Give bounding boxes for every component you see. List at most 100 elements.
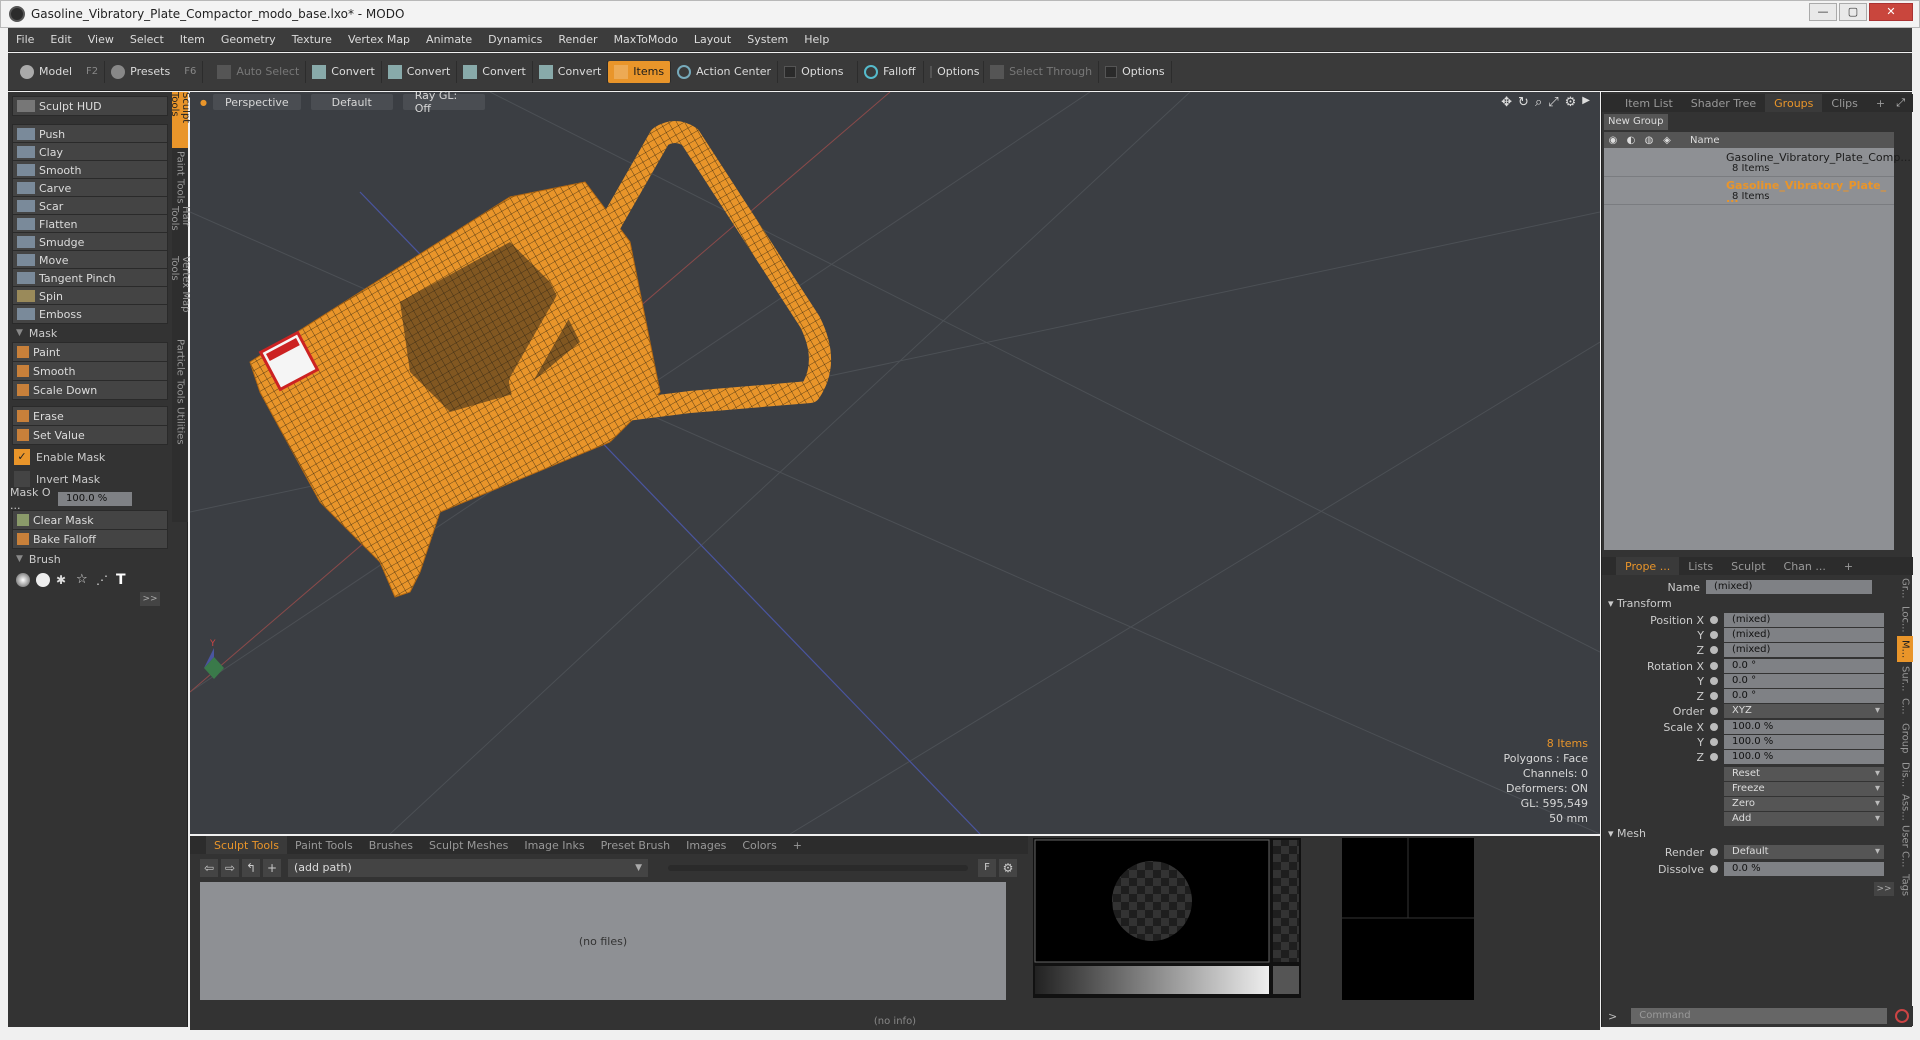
keyframe-dot-icon[interactable] [1710,738,1718,746]
render-dropdown[interactable]: Default [1724,845,1884,859]
tab-properties[interactable]: Prope ... [1616,557,1680,575]
menu-select[interactable]: Select [122,33,172,46]
filter-icon[interactable]: F [978,859,996,877]
action-center-options-button[interactable]: Options [778,60,859,83]
pan-icon[interactable]: ✥ [1501,95,1512,110]
tab-sculpt-tools[interactable]: Sculpt Tools [206,836,287,854]
fit-icon[interactable]: ⤢ [1548,95,1558,110]
expand-icon[interactable]: ⤢ [1896,96,1905,110]
tab-groups[interactable]: Groups [1765,94,1823,112]
rotation-y-field[interactable]: 0.0 ° [1724,674,1884,688]
position-z-field[interactable]: (mixed) [1724,643,1884,657]
soft-brush-icon[interactable] [16,573,30,587]
viewport-menu-arrow-icon[interactable]: ▶ [1582,95,1590,110]
thumbnail-size-slider[interactable] [668,865,968,871]
convert-vertices-button[interactable]: Convert [306,60,382,83]
tab-sculpt[interactable]: Sculpt [1722,557,1774,575]
tab-sculpt-meshes[interactable]: Sculpt Meshes [421,836,516,854]
options-checkbox[interactable] [930,65,933,78]
menu-dynamics[interactable]: Dynamics [480,33,550,46]
close-button[interactable]: ✕ [1869,3,1913,21]
auto-select-button[interactable]: Auto Select [211,60,307,83]
tool-carve[interactable]: Carve [12,178,168,198]
tab-item-list[interactable]: Item List [1616,94,1682,112]
items-mode-button[interactable]: Items [608,60,672,83]
view-type-menu[interactable]: Perspective [212,94,301,110]
freeze-dropdown[interactable]: Freeze [1724,782,1884,796]
vtab-paint-tools[interactable]: Paint Tools [172,150,188,204]
mask-smooth-button[interactable]: Smooth [12,361,168,381]
add-tab-button[interactable]: + [1835,557,1862,575]
tool-clay[interactable]: Clay [12,142,168,162]
command-input[interactable]: Command [1631,1008,1888,1024]
select-through-button[interactable]: Select Through [984,60,1100,83]
raygl-menu[interactable]: Ray GL: Off [402,92,485,115]
vtab-utilities[interactable]: Utilities [172,406,188,446]
group-row[interactable]: Gasoline_Vibratory_Plate_Comp... 8 Items [1604,149,1911,177]
tool-smudge[interactable]: Smudge [12,232,168,252]
tool-emboss[interactable]: Emboss [12,304,168,324]
vtab-tags[interactable]: Tags [1897,870,1913,900]
menu-geometry[interactable]: Geometry [213,33,284,46]
vtab-c[interactable]: C... [1897,696,1913,716]
group-row[interactable]: Gasoline_Vibratory_Plate_ ... 8 Items [1604,177,1894,205]
brush-more-button[interactable]: >> [140,592,160,606]
vtab-assembly[interactable]: Ass... [1897,792,1913,822]
tool-scar[interactable]: Scar [12,196,168,216]
tool-move[interactable]: Move [12,250,168,270]
mesh-section-header[interactable]: ▾ Mesh [1608,827,1646,840]
keyframe-dot-icon[interactable] [1710,707,1718,715]
keyframe-dot-icon[interactable] [1710,723,1718,731]
scale-x-field[interactable]: 100.0 % [1724,720,1884,734]
reset-dropdown[interactable]: Reset [1724,767,1884,781]
forward-arrow-icon[interactable]: ⇨ [221,859,239,877]
star-brush-icon[interactable]: ☆ [76,573,90,587]
keyframe-dot-icon[interactable] [1710,616,1718,624]
clear-mask-button[interactable]: Clear Mask [12,510,168,530]
menu-view[interactable]: View [80,33,122,46]
tab-image-inks[interactable]: Image Inks [516,836,592,854]
menu-animate[interactable]: Animate [418,33,480,46]
menu-layout[interactable]: Layout [686,33,739,46]
keyframe-dot-icon[interactable] [1710,677,1718,685]
presets-button[interactable]: Presets F6 [105,60,204,83]
select-through-options-button[interactable]: Options [1099,60,1172,83]
zero-dropdown[interactable]: Zero [1724,797,1884,811]
menu-render[interactable]: Render [550,33,605,46]
add-dropdown[interactable]: Add [1724,812,1884,826]
minimize-button[interactable]: — [1809,3,1837,21]
tab-paint-tools[interactable]: Paint Tools [287,836,361,854]
3d-viewport[interactable]: Y ● Perspective Default Ray GL: Off ✥ ↻ … [190,92,1600,834]
compactor-model[interactable] [249,121,831,598]
scale-y-field[interactable]: 100.0 % [1724,735,1884,749]
add-tab-button[interactable]: + [1867,94,1894,112]
enable-mask-toggle[interactable]: ✓ Enable Mask [12,446,168,468]
vtab-particle-tools[interactable]: Particle Tools [172,338,188,404]
add-path-icon[interactable]: + [263,859,281,877]
tab-shader-tree[interactable]: Shader Tree [1682,94,1765,112]
convert-polygons-button[interactable]: Convert [457,60,533,83]
maximize-button[interactable]: ▢ [1839,3,1867,21]
up-folder-icon[interactable]: ↰ [242,859,260,877]
menu-maxtomodo[interactable]: MaxToModo [606,33,686,46]
procedural-brush-icon[interactable]: ⋰ [96,573,110,587]
vtab-group[interactable]: Gr... [1897,574,1913,602]
tab-preset-brush[interactable]: Preset Brush [593,836,679,854]
transform-section-header[interactable]: ▾ Transform [1608,597,1672,610]
mask-paint-button[interactable]: Paint [12,342,168,362]
vtab-hair-tools[interactable]: Hair Tools [169,206,191,254]
vtab-vertex-map-tools[interactable]: Vertex Map Tools [169,256,191,336]
bake-falloff-button[interactable]: Bake Falloff [12,529,168,549]
splat-brush-icon[interactable]: ✱ [56,573,70,587]
vtab-group-2[interactable]: Group [1897,718,1913,758]
browser-gear-icon[interactable]: ⚙ [999,859,1017,877]
mask-section-header[interactable]: ▼ Mask [12,324,168,342]
menu-edit[interactable]: Edit [42,33,79,46]
position-x-field[interactable]: (mixed) [1724,613,1884,627]
keyframe-dot-icon[interactable] [1710,692,1718,700]
tab-clips[interactable]: Clips [1822,94,1867,112]
brush-section-header[interactable]: ▼ Brush [12,550,168,568]
position-y-field[interactable]: (mixed) [1724,628,1884,642]
menu-texture[interactable]: Texture [284,33,340,46]
menu-help[interactable]: Help [796,33,837,46]
